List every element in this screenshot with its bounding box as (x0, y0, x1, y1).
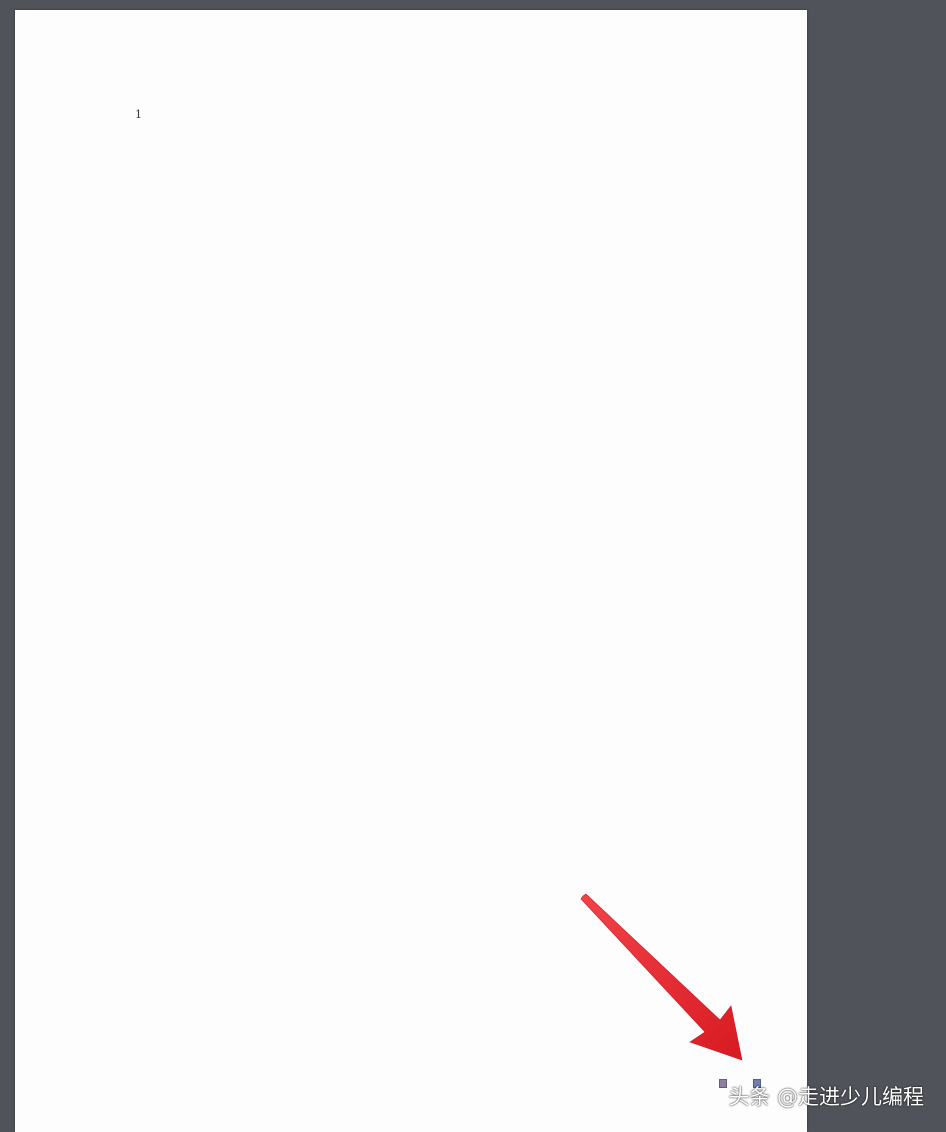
arrow-pointer-icon (580, 893, 743, 1061)
page-line-number: 1 (135, 108, 142, 121)
document-viewer: 1 头条 @走进少儿编程 (0, 0, 946, 1132)
watermark-text: 头条 @走进少儿编程 (728, 1085, 924, 1109)
marker-icon[interactable] (719, 1079, 727, 1088)
